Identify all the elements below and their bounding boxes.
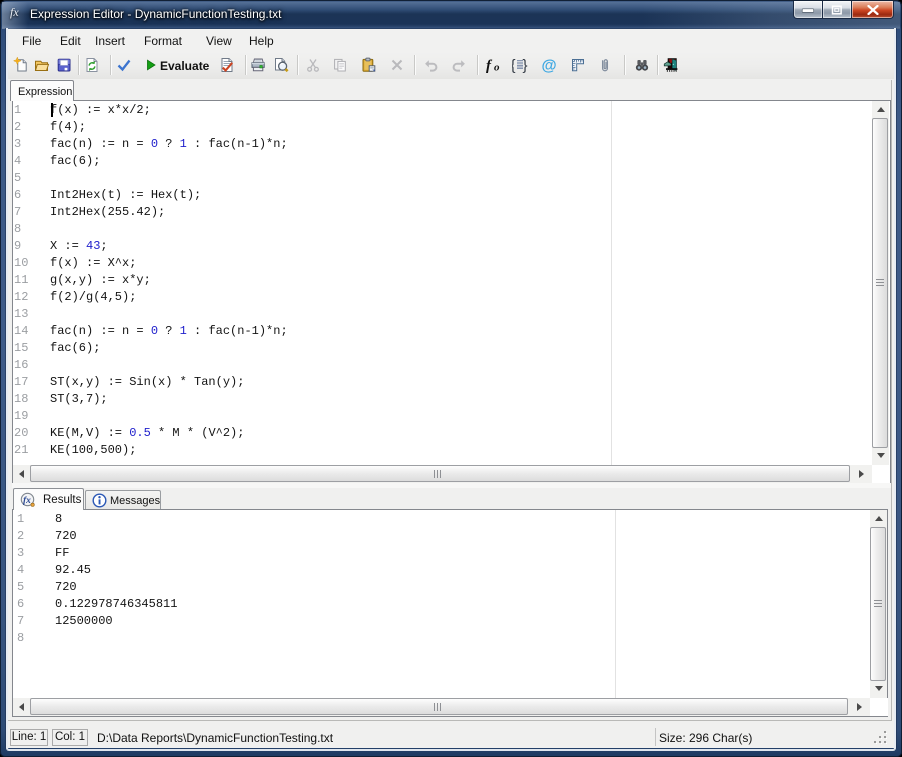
svg-text:f: f — [486, 58, 493, 73]
svg-text:@: @ — [542, 58, 557, 74]
svg-text:fx: fx — [23, 496, 31, 506]
svg-text:{: { — [512, 57, 516, 73]
svg-text:}: } — [523, 57, 528, 73]
svg-text:o: o — [494, 62, 500, 74]
